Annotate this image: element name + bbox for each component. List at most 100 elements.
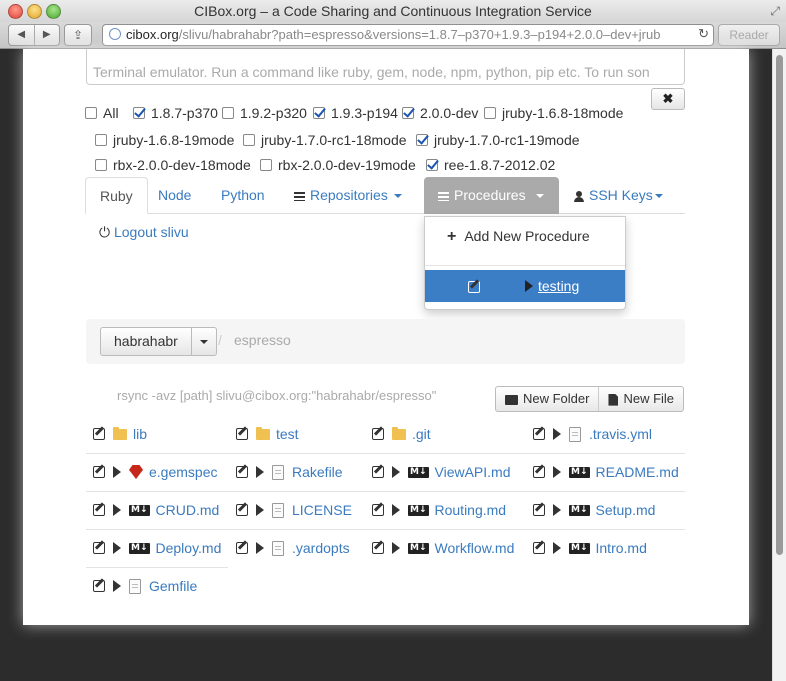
file-name-link[interactable]: ViewAPI.md <box>435 464 511 480</box>
file-name-link[interactable]: LICENSE <box>292 502 352 518</box>
tab-procedures[interactable]: Procedures <box>424 177 559 214</box>
run-icon[interactable] <box>392 504 400 516</box>
file-name-link[interactable]: Rakefile <box>292 464 343 480</box>
file-name-link[interactable]: Routing.md <box>435 502 507 518</box>
edit-icon[interactable] <box>236 466 248 478</box>
edit-icon[interactable] <box>533 504 545 516</box>
vertical-scrollbar[interactable] <box>772 49 786 681</box>
add-procedure-item[interactable]: + Add New Procedure <box>425 217 625 255</box>
file-name-link[interactable]: e.gemspec <box>149 464 217 480</box>
checkbox[interactable] <box>484 107 496 119</box>
edit-icon[interactable] <box>93 466 105 478</box>
file-name-link[interactable]: .yardopts <box>292 540 350 556</box>
run-icon[interactable] <box>113 542 121 554</box>
file-name-link[interactable]: Gemfile <box>149 578 197 594</box>
share-button[interactable]: ⇪ <box>64 24 92 46</box>
edit-icon[interactable] <box>533 542 545 554</box>
checkbox[interactable] <box>416 134 428 146</box>
run-icon[interactable] <box>113 504 121 516</box>
version-checkbox[interactable]: 2.0.0-dev <box>402 105 478 121</box>
edit-icon[interactable] <box>236 428 248 440</box>
checkbox[interactable] <box>95 134 107 146</box>
edit-icon[interactable] <box>372 428 384 440</box>
repo-dropdown-toggle[interactable] <box>192 328 216 355</box>
edit-icon[interactable] <box>372 542 384 554</box>
edit-icon[interactable] <box>372 504 384 516</box>
run-icon[interactable] <box>392 466 400 478</box>
run-icon[interactable] <box>553 504 561 516</box>
tab-repositories[interactable]: Repositories <box>280 177 416 214</box>
run-procedure-icon[interactable] <box>525 280 533 292</box>
procedure-name-link[interactable]: testing <box>538 270 579 302</box>
reload-icon[interactable]: ↻ <box>698 26 709 42</box>
logout-link[interactable]: ⏻ Logout slivu <box>99 224 189 241</box>
file-name-link[interactable]: test <box>276 426 299 442</box>
file-name-link[interactable]: CRUD.md <box>156 502 220 518</box>
version-checkbox[interactable]: ree-1.8.7-2012.02 <box>426 157 555 173</box>
checkbox[interactable] <box>260 159 272 171</box>
edit-icon[interactable] <box>236 504 248 516</box>
version-checkbox[interactable]: 1.8.7-p370 <box>133 105 218 121</box>
procedure-item-testing[interactable]: testing <box>425 270 625 302</box>
file-name-link[interactable]: lib <box>133 426 147 442</box>
file-name-link[interactable]: .travis.yml <box>589 426 652 442</box>
edit-icon[interactable] <box>93 580 105 592</box>
file-name-link[interactable]: Deploy.md <box>156 540 222 556</box>
version-checkbox[interactable]: jruby-1.6.8-18mode <box>484 105 623 121</box>
version-checkbox[interactable]: jruby-1.6.8-19mode <box>95 132 234 148</box>
edit-icon[interactable] <box>93 504 105 516</box>
version-checkbox[interactable]: 1.9.2-p320 <box>222 105 307 121</box>
tab-python[interactable]: Python <box>207 177 279 214</box>
file-name-link[interactable]: Intro.md <box>596 540 647 556</box>
file-name-link[interactable]: README.md <box>596 464 679 480</box>
file-name-link[interactable]: .git <box>412 426 431 442</box>
checkbox[interactable] <box>426 159 438 171</box>
run-icon[interactable] <box>256 542 264 554</box>
checkbox[interactable] <box>85 107 97 119</box>
checkbox[interactable] <box>313 107 325 119</box>
forward-button[interactable]: ▶ <box>35 25 60 45</box>
close-terminal-button[interactable]: ✖ <box>651 88 685 110</box>
version-checkbox[interactable]: jruby-1.7.0-rc1-18mode <box>243 132 407 148</box>
edit-icon[interactable] <box>93 542 105 554</box>
run-icon[interactable] <box>113 580 121 592</box>
version-checkbox[interactable]: jruby-1.7.0-rc1-19mode <box>416 132 580 148</box>
tab-node[interactable]: Node <box>144 177 205 214</box>
scrollbar-thumb[interactable] <box>776 55 783 555</box>
terminal-input[interactable]: Terminal emulator. Run a command like ru… <box>86 49 685 85</box>
address-bar[interactable]: cibox.org/slivu/habrahabr?path=espresso&… <box>102 24 714 46</box>
checkbox[interactable] <box>222 107 234 119</box>
file-name-link[interactable]: Setup.md <box>596 502 656 518</box>
run-icon[interactable] <box>256 504 264 516</box>
version-checkbox-all[interactable]: All <box>85 105 119 121</box>
checkbox[interactable] <box>243 134 255 146</box>
back-button[interactable]: ◀ <box>9 25 35 45</box>
file-name-link[interactable]: Workflow.md <box>435 540 515 556</box>
edit-icon[interactable] <box>93 428 105 440</box>
reader-button[interactable]: Reader <box>718 24 780 46</box>
run-icon[interactable] <box>113 466 121 478</box>
fullscreen-icon[interactable]: ⤢ <box>770 4 780 19</box>
edit-icon[interactable] <box>236 542 248 554</box>
edit-procedure-icon[interactable] <box>468 281 480 293</box>
tab-ssh-keys[interactable]: SSH Keys <box>560 177 677 214</box>
version-checkbox[interactable]: rbx-2.0.0-dev-19mode <box>260 157 416 173</box>
run-icon[interactable] <box>392 542 400 554</box>
run-icon[interactable] <box>553 428 561 440</box>
new-folder-button[interactable]: New Folder <box>496 387 600 411</box>
run-icon[interactable] <box>553 542 561 554</box>
checkbox[interactable] <box>133 107 145 119</box>
checkbox[interactable] <box>95 159 107 171</box>
repo-select-button[interactable]: habrahabr <box>100 327 217 356</box>
edit-icon[interactable] <box>533 428 545 440</box>
new-file-button[interactable]: New File <box>599 387 683 411</box>
repo-name[interactable]: habrahabr <box>101 328 192 355</box>
version-checkbox[interactable]: 1.9.3-p194 <box>313 105 398 121</box>
edit-icon[interactable] <box>533 466 545 478</box>
checkbox[interactable] <box>402 107 414 119</box>
version-checkbox[interactable]: rbx-2.0.0-dev-18mode <box>95 157 251 173</box>
edit-icon[interactable] <box>372 466 384 478</box>
run-icon[interactable] <box>553 466 561 478</box>
run-icon[interactable] <box>256 466 264 478</box>
tab-ruby[interactable]: Ruby <box>85 177 148 214</box>
